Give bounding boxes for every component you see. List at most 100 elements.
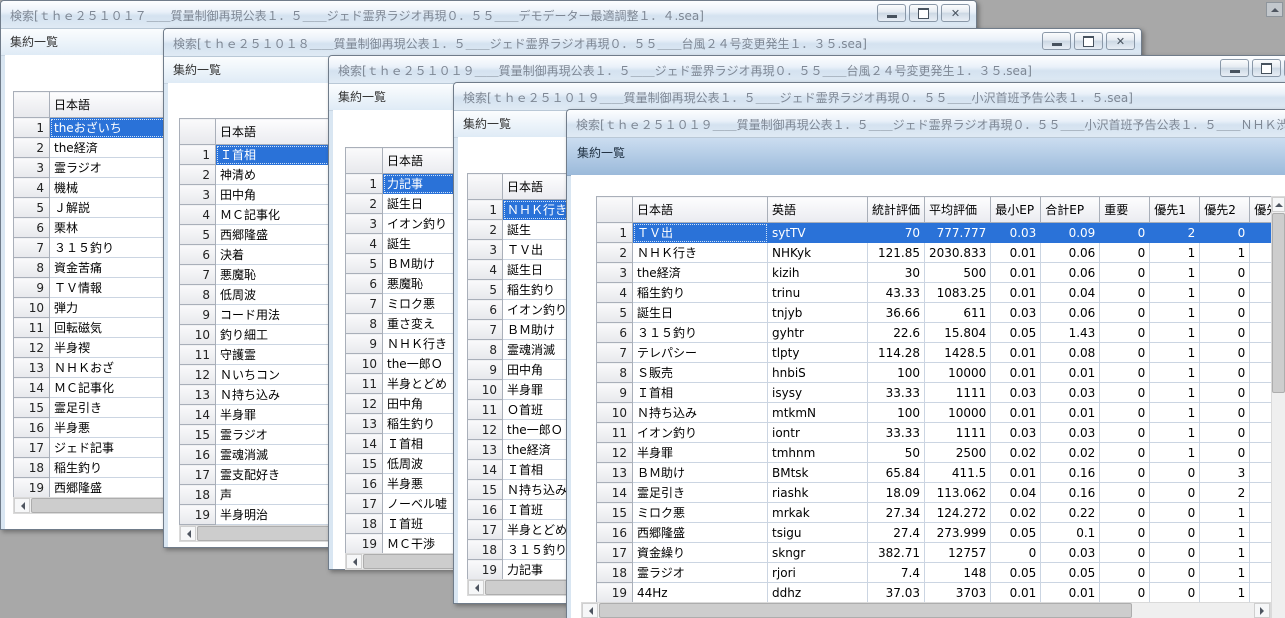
grid-cell[interactable]: 0 [1150,583,1200,603]
grid-cell[interactable]: 0 [1200,263,1250,283]
table-row[interactable]: 15ミロク悪mrkak27.34124.2720.020.22001 [597,503,1285,523]
grid-cell[interactable]: 0 [1100,363,1150,383]
row-number-cell[interactable]: 16 [597,523,633,543]
grid-cell[interactable]: kizih [768,263,868,283]
table-row[interactable]: 8Ｓ販売hnbiS100100000.010.01010 [597,363,1285,383]
grid-cell[interactable]: sytTV [768,223,868,243]
grid-cell[interactable]: 15.804 [925,323,991,343]
row-number-cell[interactable]: 19 [180,505,216,525]
row-number-cell[interactable]: 14 [597,483,633,503]
table-row[interactable]: 1ＴＶ出sytTV70777.7770.030.09020 [597,223,1285,243]
minimize-button[interactable] [1042,32,1071,50]
column-header[interactable]: 優先1 [1150,197,1200,223]
grid-cell[interactable]: mrkak [768,503,868,523]
table-row[interactable]: 11イオン釣りiontr33.3311110.030.03010 [597,423,1285,443]
grid-cell[interactable]: 33.33 [868,383,925,403]
row-number-cell[interactable]: 11 [597,423,633,443]
grid-cell[interactable]: 0.01 [991,363,1041,383]
grid-cell[interactable]: 0 [1150,563,1200,583]
row-number-cell[interactable]: 5 [597,303,633,323]
grid-cell[interactable]: 0.05 [991,523,1041,543]
grid-cell[interactable]: 0.01 [991,283,1041,303]
grid-cell[interactable]: 0 [1200,383,1250,403]
window-title-bar[interactable]: 検索[ｔｈｅ２５１０１９＿＿質量制御再現公表１．５＿＿ジェド霊界ラジオ再現０．５… [567,110,1285,138]
row-number-cell[interactable]: 6 [468,300,503,320]
grid-cell[interactable]: 稲生釣り [633,283,768,303]
table-row[interactable]: 17資金繰りskngr382.711275700.03001 [597,543,1285,563]
grid-cell[interactable]: 611 [925,303,991,323]
grid-cell[interactable]: 0.22 [1041,503,1100,523]
row-number-cell[interactable]: 14 [14,378,50,398]
row-number-cell[interactable]: 4 [180,205,216,225]
grid-cell[interactable]: 1 [1200,523,1250,543]
grid-cell[interactable]: 0 [1150,483,1200,503]
row-number-cell[interactable]: 18 [597,563,633,583]
grid-cell[interactable]: 1 [1200,583,1250,603]
scrollbar-thumb[interactable] [599,603,1132,618]
row-number-cell[interactable]: 8 [346,314,383,334]
row-number-cell[interactable]: 3 [468,240,503,260]
grid-cell[interactable]: 1083.25 [925,283,991,303]
table-row[interactable]: 12半身罪tmhnm5025000.020.02010 [597,443,1285,463]
row-number-cell[interactable]: 16 [14,418,50,438]
grid-cell[interactable]: ミロク悪 [633,503,768,523]
minimize-button[interactable] [877,4,906,22]
vertical-scrollbar[interactable] [1271,196,1285,618]
grid-cell[interactable]: 0.01 [991,463,1041,483]
grid-cell[interactable]: 1 [1150,303,1200,323]
row-number-cell[interactable]: 8 [180,285,216,305]
grid-cell[interactable]: 10000 [925,403,991,423]
grid-cell[interactable]: ３１５釣り [633,323,768,343]
row-number-cell[interactable]: 10 [597,403,633,423]
row-number-cell[interactable]: 5 [468,280,503,300]
grid-cell[interactable]: 2030.833 [925,243,991,263]
row-number-cell[interactable]: 17 [180,465,216,485]
grid-cell[interactable]: 3703 [925,583,991,603]
row-number-cell[interactable]: 12 [468,420,503,440]
grid-cell[interactable]: rjori [768,563,868,583]
grid-cell[interactable]: 0 [1150,503,1200,523]
grid-cell[interactable]: 資金繰り [633,543,768,563]
grid-cell[interactable]: 0.01 [1041,403,1100,423]
row-number-cell[interactable]: 11 [14,318,50,338]
grid-cell[interactable]: 411.5 [925,463,991,483]
grid-cell[interactable]: 0.08 [1041,343,1100,363]
row-number-cell[interactable]: 3 [346,214,383,234]
restore-button[interactable] [909,4,938,22]
grid-cell[interactable]: 0 [1200,303,1250,323]
grid-cell[interactable]: 1 [1150,343,1200,363]
grid-cell[interactable]: 0 [1200,343,1250,363]
grid-cell[interactable]: 誕生日 [633,303,768,323]
row-number-cell[interactable]: 10 [468,380,503,400]
table-row[interactable]: 18霊ラジオrjori7.41480.050.05001 [597,563,1285,583]
row-number-cell[interactable]: 3 [597,263,633,283]
grid-cell[interactable]: 0.05 [1041,563,1100,583]
grid-cell[interactable]: 500 [925,263,991,283]
row-number-cell[interactable]: 14 [468,460,503,480]
row-number-cell[interactable]: 8 [468,340,503,360]
grid-cell[interactable]: 0 [1100,383,1150,403]
grid-cell[interactable]: 43.33 [868,283,925,303]
row-number-cell[interactable]: 2 [468,220,503,240]
table-row[interactable]: 5誕生日tnjyb36.666110.030.06010 [597,303,1285,323]
grid-cell[interactable]: 382.71 [868,543,925,563]
row-number-cell[interactable]: 12 [346,394,383,414]
grid-cell[interactable]: 0 [1100,343,1150,363]
row-number-cell[interactable]: 2 [346,194,383,214]
grid-cell[interactable]: 0.04 [991,483,1041,503]
row-number-cell[interactable]: 16 [180,445,216,465]
grid-cell[interactable]: tsigu [768,523,868,543]
window-title-bar[interactable]: 検索[ｔｈｅ２５１０１９＿＿質量制御再現公表１．５＿＿ジェド霊界ラジオ再現０．５… [329,56,1285,84]
grid-cell[interactable]: gyhtr [768,323,868,343]
grid-cell[interactable]: 0 [1100,423,1150,443]
grid-cell[interactable]: 0 [991,543,1041,563]
grid-cell[interactable]: 273.999 [925,523,991,543]
grid-cell[interactable]: 0.03 [1041,383,1100,403]
table-row[interactable]: 1944Hzddhz37.0337030.010.01001 [597,583,1285,603]
grid-cell[interactable]: 0.09 [1041,223,1100,243]
row-number-cell[interactable]: 4 [468,260,503,280]
row-number-cell[interactable]: 13 [346,414,383,434]
row-number-cell[interactable]: 15 [180,425,216,445]
grid-cell[interactable]: 1 [1150,363,1200,383]
row-number-cell[interactable]: 12 [180,365,216,385]
